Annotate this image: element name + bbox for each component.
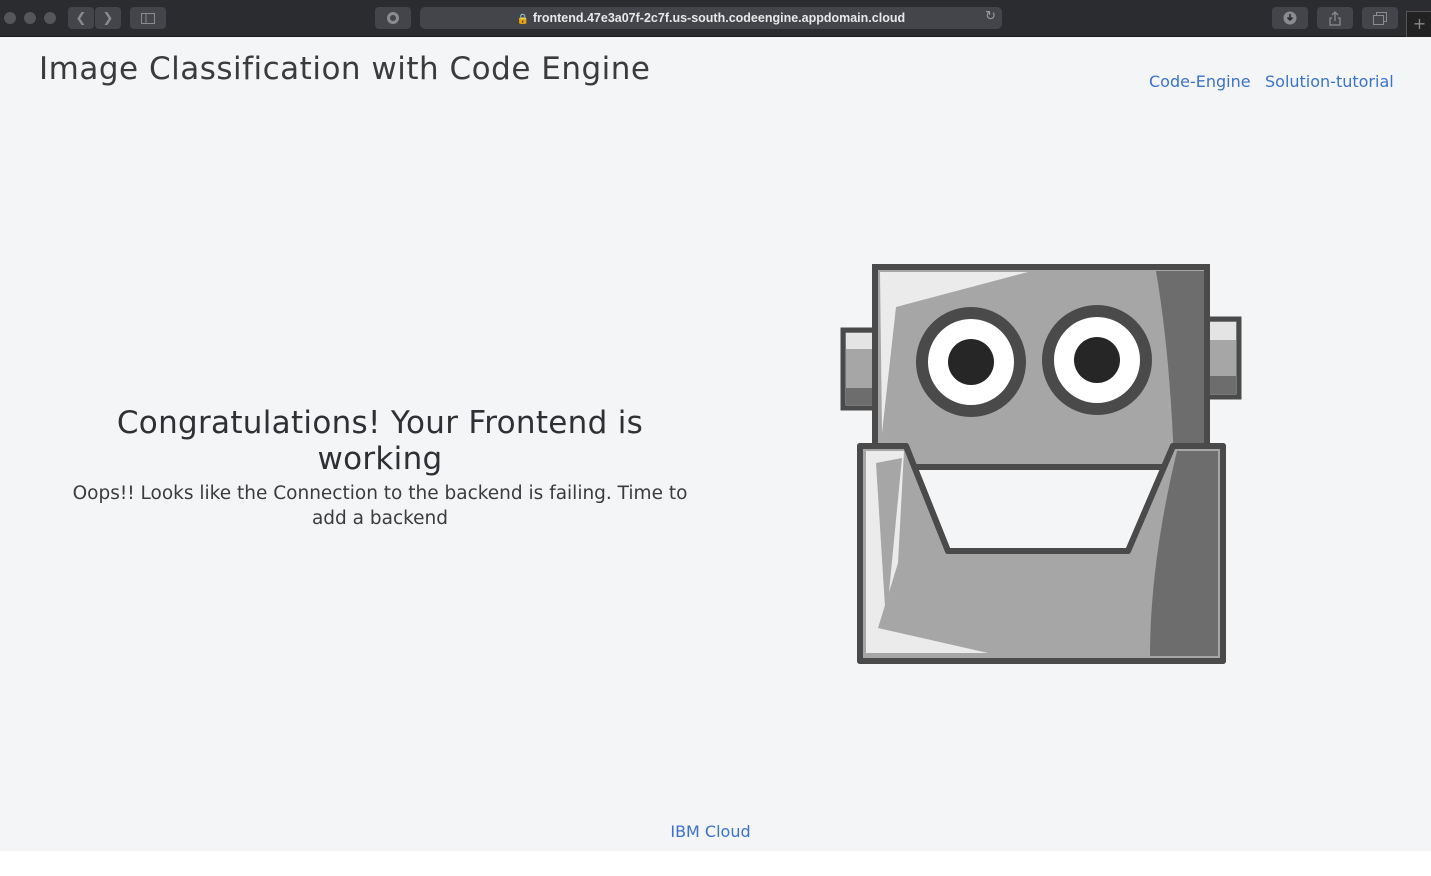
chevron-left-icon: ❮ <box>75 10 87 26</box>
tabs-overview-button[interactable] <box>1362 7 1398 29</box>
success-heading: Congratulations! Your Frontend is workin… <box>116 405 644 477</box>
page-title: Image Classification with Code Engine <box>39 51 651 87</box>
back-button[interactable]: ❮ <box>68 7 94 29</box>
new-tab-button[interactable]: + <box>1406 11 1431 37</box>
footer-link-ibm-cloud[interactable]: IBM Cloud <box>670 822 750 841</box>
sidebar-toggle-button[interactable] <box>130 7 166 29</box>
chevron-right-icon: ❯ <box>102 10 114 26</box>
download-icon <box>1283 11 1297 25</box>
forward-button[interactable]: ❯ <box>95 7 121 29</box>
window-bottom <box>0 851 1431 876</box>
downloads-button[interactable] <box>1272 7 1308 29</box>
robot-icon <box>840 264 1242 664</box>
address-bar[interactable]: 🔒 frontend.47e3a07f-2c7f.us-south.codeen… <box>420 7 1002 29</box>
backend-error-text: Oops!! Looks like the Connection to the … <box>72 483 688 529</box>
minimize-window-button[interactable] <box>24 12 36 24</box>
footer: IBM Cloud <box>0 822 1421 841</box>
browser-toolbar: ❮ ❯ 🔒 frontend.47e3a07f-2c7f.us-south.co… <box>0 0 1431 37</box>
share-icon <box>1329 10 1341 26</box>
page-content: Image Classification with Code Engine Co… <box>0 37 1431 851</box>
plus-icon: + <box>1412 14 1427 33</box>
nav-link-code-engine[interactable]: Code-Engine <box>1149 72 1251 91</box>
nav-link-solution-tutorial[interactable]: Solution-tutorial <box>1265 72 1394 91</box>
grammarly-icon <box>387 12 399 24</box>
tabs-icon <box>1373 11 1387 25</box>
extension-button[interactable] <box>375 7 411 29</box>
zoom-window-button[interactable] <box>44 12 56 24</box>
close-window-button[interactable] <box>4 12 16 24</box>
reload-icon[interactable]: ↻ <box>985 9 996 24</box>
lock-icon: 🔒 <box>516 14 530 25</box>
share-button[interactable] <box>1317 7 1353 29</box>
url-text: frontend.47e3a07f-2c7f.us-south.codeengi… <box>532 11 906 25</box>
sidebar-icon <box>141 12 155 24</box>
status-message: Congratulations! Your Frontend is workin… <box>60 405 700 531</box>
